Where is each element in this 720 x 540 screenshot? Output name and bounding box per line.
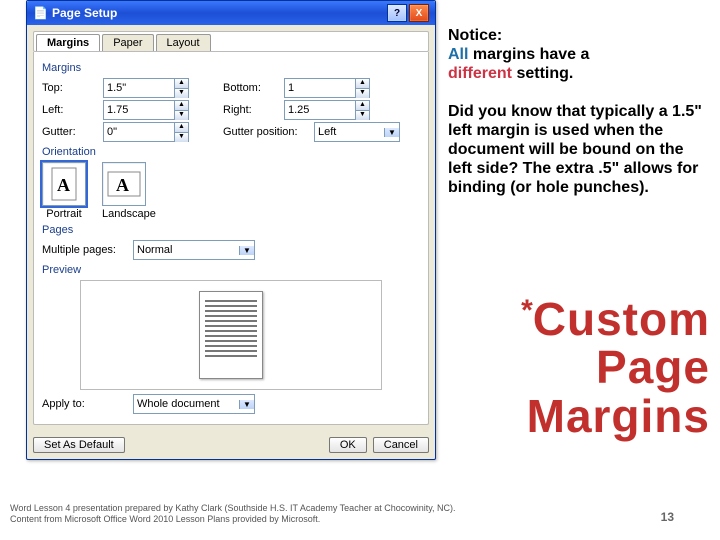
tab-margins[interactable]: Margins	[36, 34, 100, 51]
top-label: Top:	[42, 82, 97, 94]
titlebar-icon: 📄	[33, 6, 48, 20]
tab-layout[interactable]: Layout	[156, 34, 211, 51]
multiple-select[interactable]: Normal▼	[133, 240, 255, 260]
section-orientation: Orientation	[42, 146, 420, 158]
slide-title: *Custom Page Margins	[521, 295, 710, 440]
footer-text: Word Lesson 4 presentation prepared by K…	[10, 503, 480, 524]
apply-select[interactable]: Whole document▼	[133, 394, 255, 414]
page-number: 13	[661, 510, 674, 524]
titlebar-text: Page Setup	[48, 6, 385, 20]
left-field[interactable]: 1.75▲▼	[103, 100, 189, 120]
tab-paper[interactable]: Paper	[102, 34, 153, 51]
gutterpos-select[interactable]: Left▼	[314, 122, 400, 142]
gutterpos-label: Gutter position:	[223, 126, 308, 138]
gutter-label: Gutter:	[42, 126, 97, 138]
right-label: Right:	[223, 104, 278, 116]
section-preview: Preview	[42, 264, 420, 276]
tab-panel: Margins Top: 1.5"▲▼ Bottom: 1▲▼ Left: 1.…	[33, 52, 429, 425]
svg-text:A: A	[116, 175, 129, 195]
top-field[interactable]: 1.5"▲▼	[103, 78, 189, 98]
page-setup-dialog: 📄 Page Setup ? X Margins Paper Layout Ma…	[26, 0, 436, 460]
help-button[interactable]: ?	[387, 4, 407, 22]
ok-button[interactable]: OK	[329, 437, 367, 453]
svg-text:A: A	[57, 175, 70, 195]
set-default-button[interactable]: Set As Default	[33, 437, 125, 453]
titlebar: 📄 Page Setup ? X	[27, 1, 435, 25]
preview	[80, 280, 382, 390]
multiple-label: Multiple pages:	[42, 244, 127, 256]
left-label: Left:	[42, 104, 97, 116]
bottom-label: Bottom:	[223, 82, 278, 94]
right-field[interactable]: 1.25▲▼	[284, 100, 370, 120]
orientation-portrait[interactable]: A Portrait	[42, 162, 86, 220]
tip-text: Did you know that typically a 1.5" left …	[448, 102, 703, 198]
apply-label: Apply to:	[42, 398, 127, 410]
button-bar: Set As Default OK Cancel	[27, 431, 435, 459]
section-pages: Pages	[42, 224, 420, 236]
section-margins: Margins	[42, 62, 420, 74]
tabs: Margins Paper Layout	[33, 31, 429, 52]
bottom-field[interactable]: 1▲▼	[284, 78, 370, 98]
notice-text: Notice: All margins have a different set…	[448, 26, 703, 216]
cancel-button[interactable]: Cancel	[373, 437, 429, 453]
gutter-field[interactable]: 0"▲▼	[103, 122, 189, 142]
close-button[interactable]: X	[409, 4, 429, 22]
orientation-landscape[interactable]: A Landscape	[102, 162, 156, 220]
